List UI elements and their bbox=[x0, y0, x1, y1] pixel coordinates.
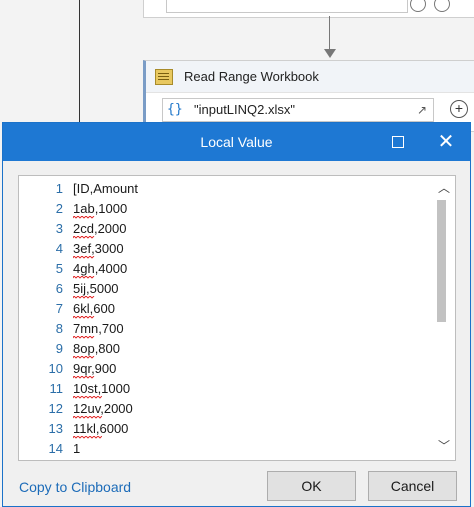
line-number: 11 bbox=[49, 381, 64, 396]
line-number: 7 bbox=[55, 301, 63, 316]
line-text[interactable]: 10st,1000 bbox=[73, 381, 130, 396]
line-text[interactable]: 4gh,4000 bbox=[73, 261, 127, 276]
line-number: 10 bbox=[48, 361, 63, 376]
line-text[interactable]: 1 bbox=[73, 441, 80, 456]
sequence-line bbox=[79, 0, 80, 125]
spellcheck-squiggle bbox=[73, 396, 102, 399]
editor-line[interactable]: 2 1ab,1000 bbox=[19, 201, 429, 221]
spellcheck-squiggle bbox=[73, 216, 95, 219]
close-button[interactable]: ✕ bbox=[423, 123, 469, 161]
previous-activity-card bbox=[143, 0, 474, 18]
spellcheck-squiggle bbox=[73, 356, 95, 359]
spellcheck-squiggle bbox=[73, 436, 102, 439]
scroll-up-icon[interactable]: ︿ bbox=[438, 179, 450, 196]
line-text[interactable]: 11kl,6000 bbox=[73, 421, 128, 436]
editor-line[interactable]: 10 9qr,900 bbox=[19, 361, 429, 381]
activity-header[interactable]: Read Range Workbook bbox=[146, 61, 474, 93]
editor-line[interactable]: 11 10st,1000 bbox=[19, 381, 429, 401]
maximize-icon bbox=[392, 136, 404, 148]
line-text[interactable]: 1ab,1000 bbox=[73, 201, 127, 216]
line-text[interactable]: 9qr,900 bbox=[73, 361, 116, 376]
editor-line[interactable]: 13 11kl,6000 bbox=[19, 421, 429, 441]
ok-button[interactable]: OK bbox=[267, 471, 356, 501]
line-number: 14 bbox=[48, 441, 63, 456]
line-number: 13 bbox=[48, 421, 63, 436]
editor-line[interactable]: 7 6kl,600 bbox=[19, 301, 429, 321]
editor-line[interactable]: 8 7mn,700 bbox=[19, 321, 429, 341]
line-text[interactable]: [ID,Amount bbox=[73, 181, 138, 196]
line-number: 9 bbox=[55, 341, 63, 356]
previous-activity-field[interactable] bbox=[166, 0, 408, 13]
spellcheck-squiggle bbox=[73, 376, 95, 379]
expression-brace-icon: {} bbox=[167, 102, 183, 117]
line-number: 4 bbox=[55, 241, 63, 256]
spellcheck-squiggle bbox=[73, 296, 95, 299]
line-text[interactable]: 12uv,2000 bbox=[73, 401, 133, 416]
editor-line[interactable]: 9 8op,800 bbox=[19, 341, 429, 361]
editor-line[interactable]: 12 12uv,2000 bbox=[19, 401, 429, 421]
spellcheck-squiggle bbox=[73, 336, 95, 339]
expand-editor-icon[interactable]: ↗ bbox=[417, 103, 427, 117]
maximize-button[interactable] bbox=[378, 123, 418, 161]
line-number: 1 bbox=[55, 181, 63, 196]
line-number: 5 bbox=[55, 261, 63, 276]
add-variable-icon[interactable]: + bbox=[450, 100, 468, 118]
editor-line[interactable]: 1 [ID,Amount bbox=[19, 181, 429, 201]
editor-line[interactable]: 6 5ij,5000 bbox=[19, 281, 429, 301]
line-text[interactable]: 2cd,2000 bbox=[73, 221, 127, 236]
spellcheck-squiggle bbox=[73, 316, 95, 319]
value-text-editor[interactable]: ︿ ﹀ 1 [ID,Amount 2 1ab,1000 3 2cd,2000 4 3ef,30… bbox=[18, 175, 456, 461]
spellcheck-squiggle bbox=[73, 276, 95, 279]
line-text[interactable]: 8op,800 bbox=[73, 341, 120, 356]
editor-line[interactable]: 5 4gh,4000 bbox=[19, 261, 429, 281]
info-icon[interactable] bbox=[410, 0, 426, 12]
cancel-button[interactable]: Cancel bbox=[368, 471, 457, 501]
editor-line[interactable]: 4 3ef,3000 bbox=[19, 241, 429, 261]
spellcheck-squiggle bbox=[73, 416, 102, 419]
add-icon[interactable] bbox=[434, 0, 450, 12]
line-text[interactable]: 6kl,600 bbox=[73, 301, 115, 316]
flow-connector bbox=[329, 16, 330, 50]
line-number: 2 bbox=[55, 201, 63, 216]
line-number: 6 bbox=[55, 281, 63, 296]
line-text[interactable]: 5ij,5000 bbox=[73, 281, 119, 296]
spellcheck-squiggle bbox=[73, 256, 95, 259]
flow-arrow-icon bbox=[324, 49, 336, 58]
line-text[interactable]: 3ef,3000 bbox=[73, 241, 124, 256]
line-text[interactable]: 7mn,700 bbox=[73, 321, 124, 336]
local-value-dialog: Local Value ✕ ︿ ﹀ 1 [ID,Amount 2 1ab,1000 3 2… bbox=[2, 122, 471, 507]
line-number: 3 bbox=[55, 221, 63, 236]
scroll-down-icon[interactable]: ﹀ bbox=[438, 437, 450, 454]
scrollbar-thumb[interactable] bbox=[437, 200, 446, 322]
workbook-path-value[interactable]: "inputLINQ2.xlsx" bbox=[194, 102, 295, 117]
editor-line[interactable]: 3 2cd,2000 bbox=[19, 221, 429, 241]
excel-range-icon bbox=[155, 69, 173, 85]
workbook-path-field[interactable]: {} "inputLINQ2.xlsx" ↗ bbox=[162, 98, 434, 122]
spellcheck-squiggle bbox=[73, 236, 95, 239]
dialog-titlebar[interactable]: Local Value ✕ bbox=[3, 123, 470, 161]
line-number: 12 bbox=[48, 401, 63, 416]
line-number: 8 bbox=[55, 321, 63, 336]
activity-title: Read Range Workbook bbox=[184, 69, 319, 84]
editor-line[interactable]: 14 1 bbox=[19, 441, 429, 460]
copy-to-clipboard-link[interactable]: Copy to Clipboard bbox=[19, 479, 131, 495]
